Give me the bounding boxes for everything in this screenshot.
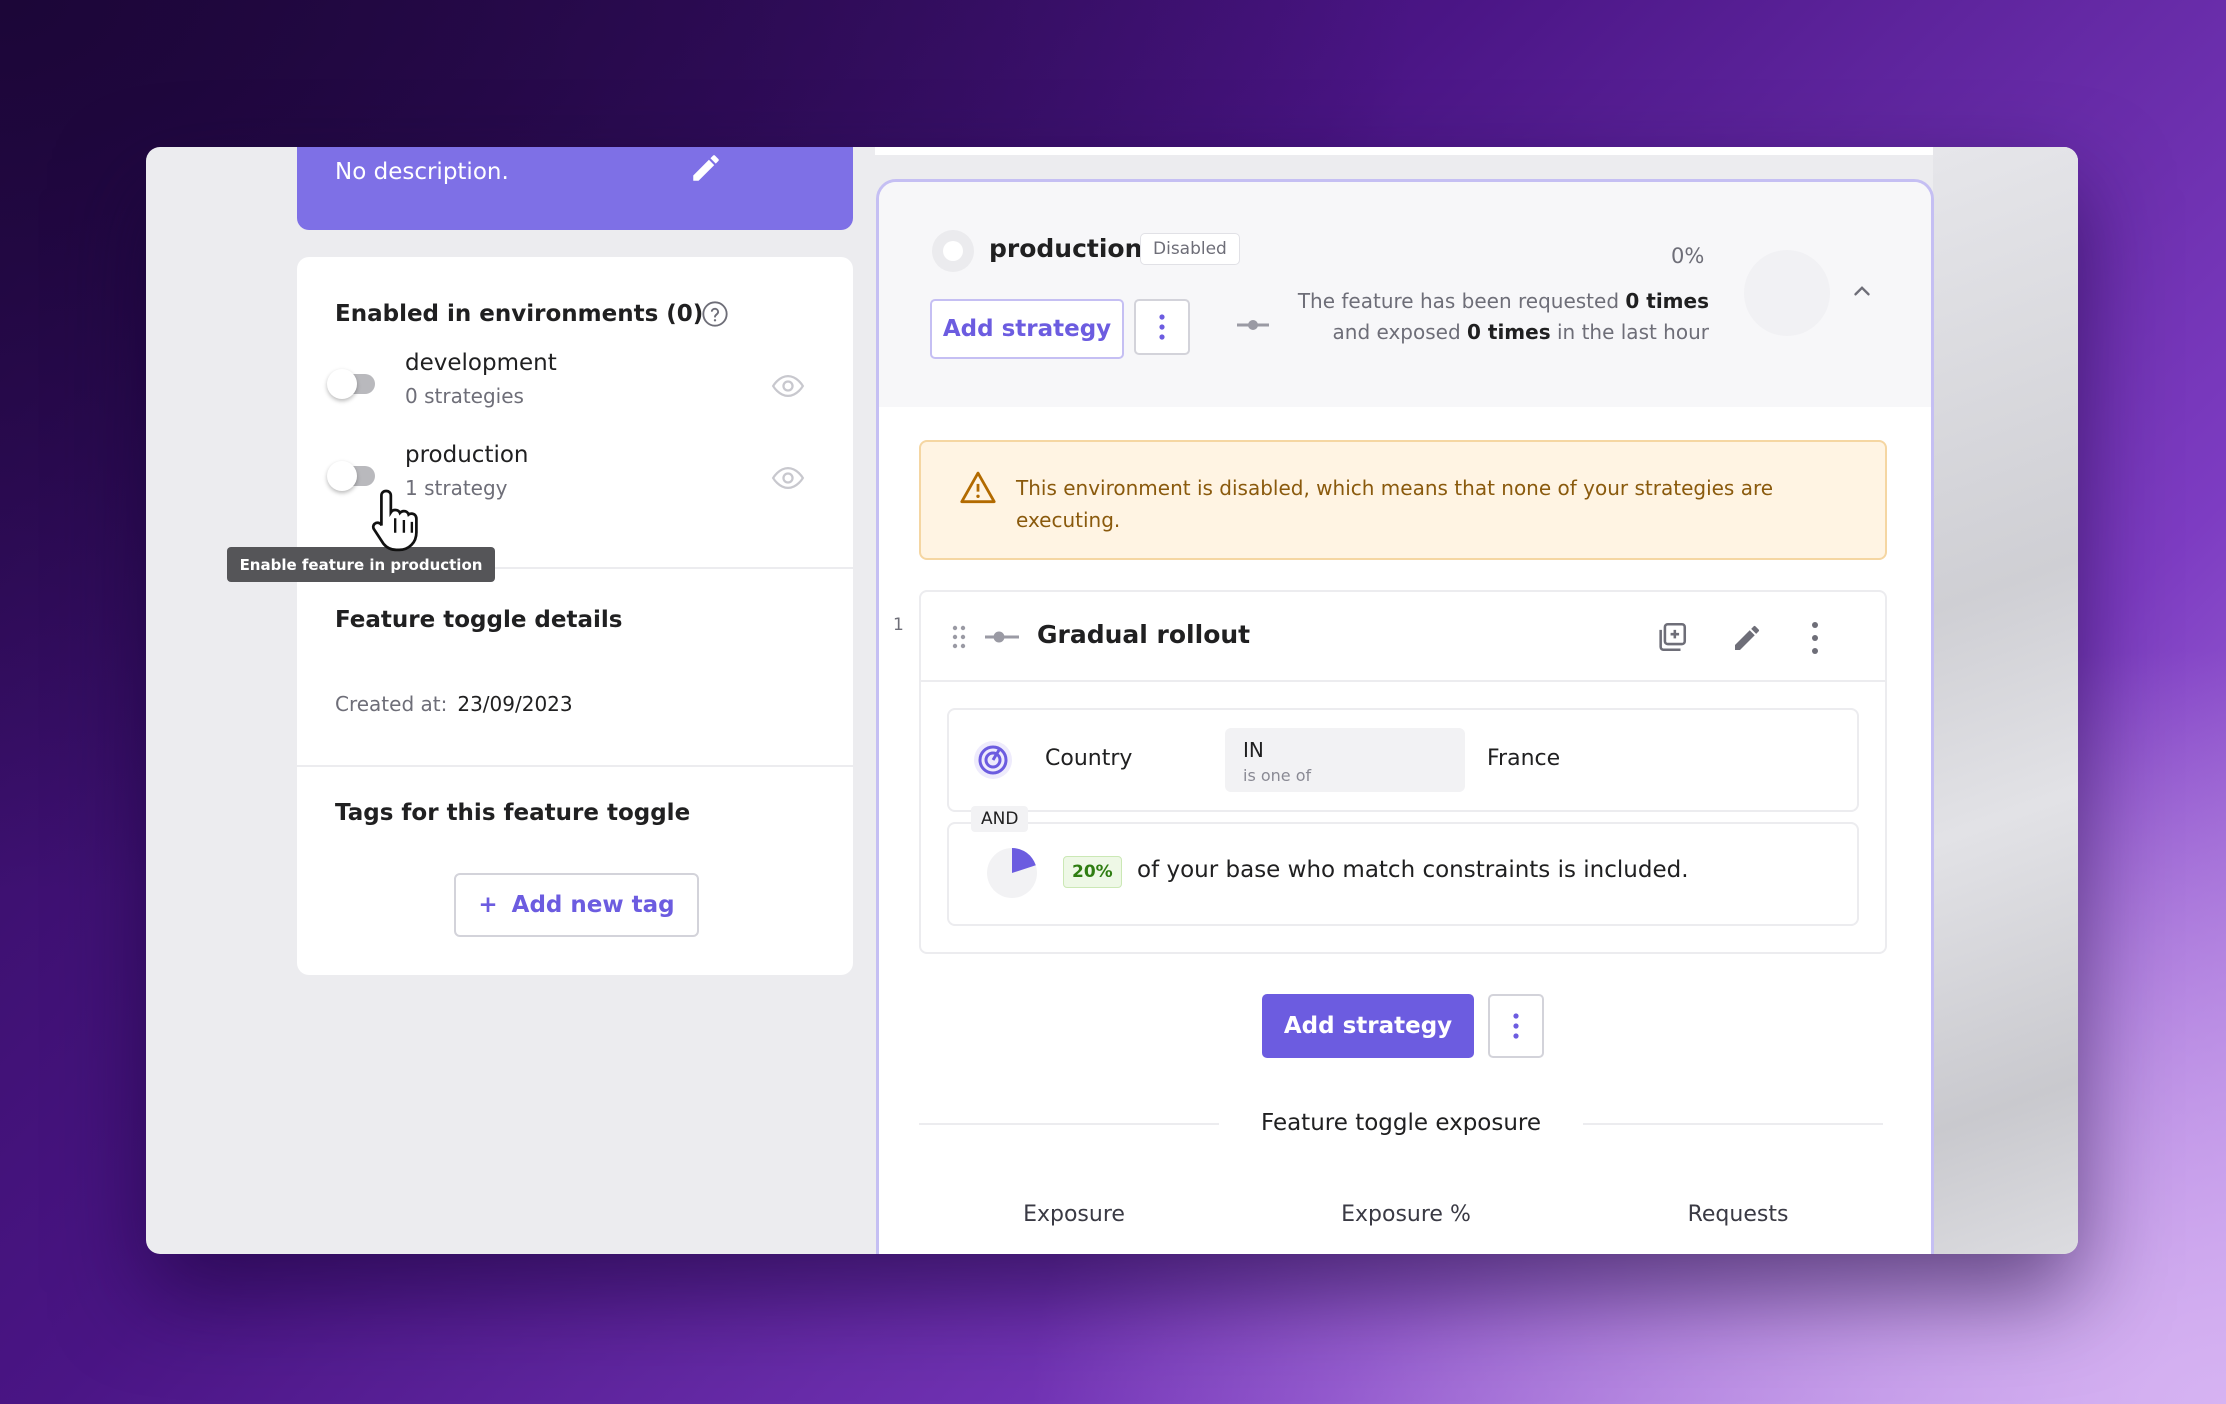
- env-name-development: development: [405, 350, 557, 376]
- req-line2-text: and exposed: [1332, 320, 1468, 344]
- plus-icon: +: [478, 892, 498, 918]
- help-icon[interactable]: [701, 300, 729, 328]
- copy-icon[interactable]: [1655, 620, 1689, 654]
- column-exposure: Exposure: [1023, 1202, 1125, 1227]
- environment-header: production Disabled 0% The feature has b…: [879, 182, 1931, 407]
- environments-card: Enabled in environments (0) development …: [297, 257, 853, 975]
- column-exposure-percent: Exposure %: [1341, 1202, 1471, 1227]
- strategy-link-icon: [1237, 320, 1269, 330]
- rollout-percent: 20%: [1063, 856, 1122, 888]
- req-line2-count: 0 times: [1467, 320, 1551, 344]
- alert-message: This environment is disabled, which mean…: [1016, 476, 1774, 532]
- environments-title: Enabled in environments (0): [335, 301, 704, 327]
- toggle-development[interactable]: [327, 369, 375, 399]
- exposure-section-header: Feature toggle exposure: [919, 1104, 1883, 1144]
- background-decoration: [1933, 147, 2078, 1254]
- details-title: Feature toggle details: [335, 607, 623, 633]
- description-text: No description.: [335, 159, 509, 185]
- pie-icon: [987, 848, 1037, 898]
- constraint-operator: IN is one of: [1225, 728, 1465, 792]
- more-options-button[interactable]: [1134, 299, 1190, 355]
- divider: [297, 765, 853, 767]
- add-tag-button[interactable]: + Add new tag: [454, 873, 699, 937]
- constraint-field: Country: [1045, 746, 1133, 771]
- req-line2-suffix: in the last hour: [1550, 320, 1709, 344]
- pencil-icon[interactable]: [689, 151, 723, 185]
- strategy-card: Gradual rollout Country IN is one of Fra…: [919, 590, 1887, 954]
- toggle-production[interactable]: [327, 461, 375, 491]
- strategy-title: Gradual rollout: [1037, 620, 1251, 649]
- constraint-icon: [974, 741, 1012, 779]
- rollout-text: of your base who match constraints is in…: [1137, 857, 1689, 883]
- hand-cursor-icon: [371, 489, 418, 552]
- constraint-value: France: [1487, 746, 1561, 771]
- created-label: Created at:: [335, 692, 448, 716]
- toggle-knob: [327, 369, 357, 399]
- environment-name: production: [989, 234, 1143, 263]
- request-summary: The feature has been requested 0 times a…: [1229, 286, 1709, 348]
- exposure-percent: 0%: [1671, 244, 1705, 268]
- env-name-production: production: [405, 442, 529, 468]
- created-at: Created at: 23/09/2023: [335, 692, 573, 716]
- tooltip: Enable feature in production: [227, 547, 495, 582]
- kebab-icon[interactable]: [1811, 620, 1819, 656]
- eye-icon[interactable]: [771, 461, 805, 495]
- exposure-title: Feature toggle exposure: [1260, 1110, 1542, 1136]
- kebab-icon: [1159, 314, 1165, 340]
- strategy-index: 1: [893, 615, 904, 635]
- more-options-button[interactable]: [1488, 994, 1544, 1058]
- env-strategies-development: 0 strategies: [405, 384, 524, 408]
- operator-label: IN: [1243, 738, 1264, 762]
- disabled-alert: This environment is disabled, which mean…: [919, 440, 1887, 560]
- chevron-up-icon[interactable]: [1849, 278, 1875, 304]
- environment-panel: production Disabled 0% The feature has b…: [876, 179, 1934, 1254]
- kebab-icon: [1513, 1013, 1519, 1039]
- req-line1-text: The feature has been requested: [1297, 289, 1626, 313]
- eye-icon[interactable]: [771, 369, 805, 403]
- description-card: No description.: [297, 147, 853, 230]
- environment-status-icon: [932, 230, 974, 272]
- tags-title: Tags for this feature toggle: [335, 800, 691, 826]
- req-line1-count: 0 times: [1625, 289, 1709, 313]
- and-operator: AND: [971, 806, 1029, 832]
- exposure-gauge: [1744, 250, 1830, 336]
- drag-handle-icon[interactable]: [951, 624, 967, 650]
- strategy-header: Gradual rollout: [921, 592, 1885, 682]
- rollout-row: 20% of your base who match constraints i…: [947, 822, 1859, 926]
- column-requests: Requests: [1687, 1202, 1789, 1227]
- app-window: No description. Enabled in environments …: [146, 147, 2078, 1254]
- edit-icon[interactable]: [1731, 622, 1763, 654]
- add-strategy-button[interactable]: Add strategy: [930, 299, 1124, 359]
- add-tag-label: Add new tag: [511, 892, 675, 918]
- created-value: 23/09/2023: [457, 692, 573, 716]
- status-badge: Disabled: [1140, 233, 1240, 265]
- strategy-type-icon: [985, 631, 1019, 643]
- warning-icon: [960, 471, 996, 504]
- top-strip: [875, 147, 1933, 155]
- add-strategy-button-primary[interactable]: Add strategy: [1262, 994, 1474, 1058]
- toggle-knob: [327, 461, 357, 491]
- operator-sub: is one of: [1243, 766, 1312, 785]
- constraint-row[interactable]: Country IN is one of France: [947, 708, 1859, 812]
